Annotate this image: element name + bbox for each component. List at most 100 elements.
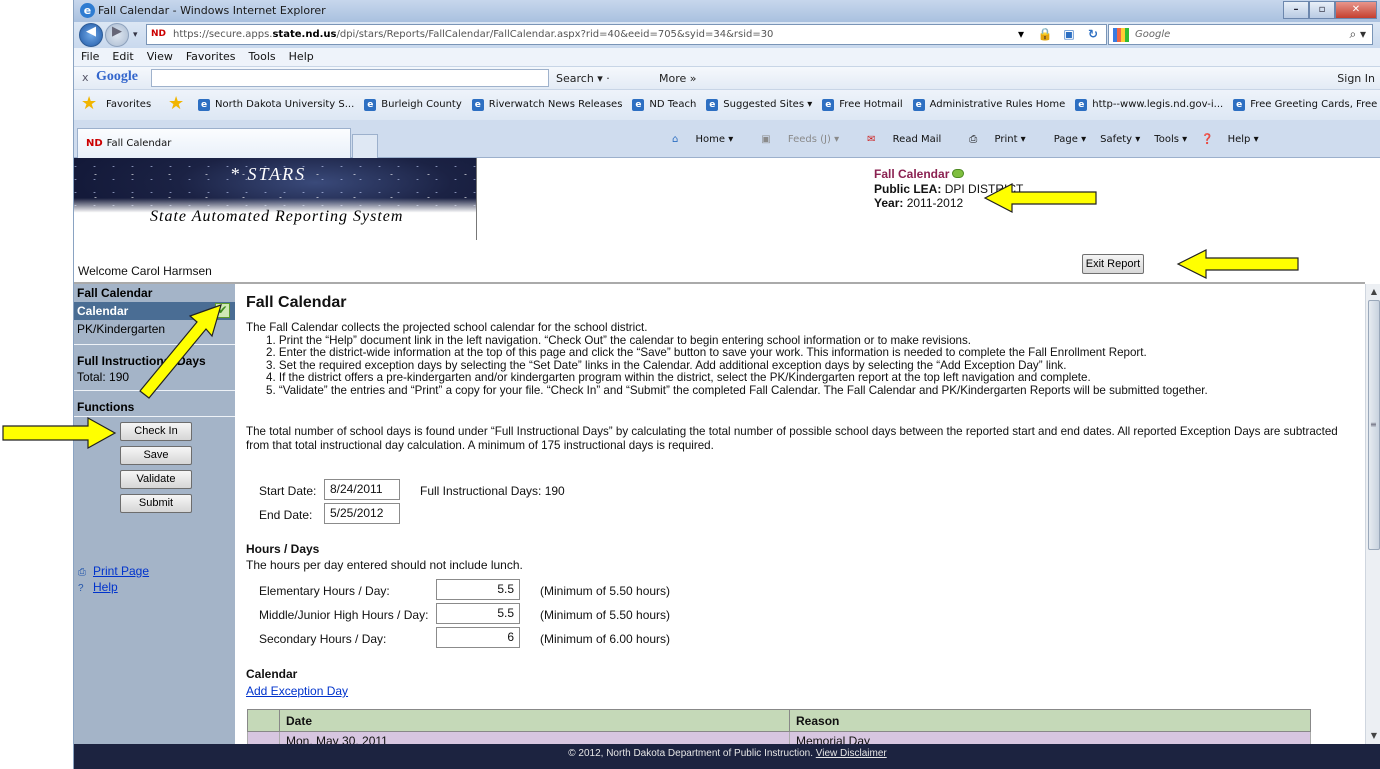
google-search-icon [1113,28,1129,42]
report-title: Fall Calendar [874,167,965,181]
help-link[interactable]: ? Help [78,580,118,595]
search-placeholder: Google [1135,29,1171,40]
calendar-heading: Calendar [246,667,298,681]
favorite-link[interactable]: Administrative Rules Home [913,99,1066,111]
home-icon: ⌂ [672,134,682,145]
address-bar[interactable]: ND https://secure.apps.state.nd.us/dpi/s… [146,24,1107,45]
end-date-input[interactable]: 5/25/2012 [324,503,400,524]
favorites-button[interactable]: Favorites [106,99,151,110]
favorite-link[interactable]: http--www.legis.nd.gov-i... [1075,99,1223,111]
printer-icon: ⎙ [78,567,86,578]
secondary-hours-input[interactable]: 6 [436,627,520,648]
history-dropdown-icon[interactable]: ▾ [133,30,138,40]
favorite-link[interactable]: Riverwatch News Releases [472,99,623,111]
google-search-input[interactable] [151,69,549,87]
page-menu[interactable]: Page ▾ [1054,134,1086,145]
menu-edit[interactable]: Edit [112,50,133,63]
table-header-blank [247,709,280,732]
url-prefix: https://secure.apps. [173,29,273,40]
scroll-up-icon[interactable]: ▲ [1366,284,1380,300]
close-toolbar-icon[interactable]: x [82,71,89,84]
exit-report-button[interactable]: Exit Report [1082,254,1144,274]
page-footer: © 2012, North Dakota Department of Publi… [74,744,1380,769]
secondary-hours-minimum: (Minimum of 6.00 hours) [540,632,671,646]
sidebar-item-pk-kindergarten[interactable]: PK/Kindergarten [77,322,165,336]
stars-banner: * STARS State Automated Reporting System [74,158,476,240]
home-button[interactable]: ⌂ Home ▾ [672,134,747,145]
instruction-step: 5. “Validate” the entries and “Print” a … [266,383,1208,397]
menu-view[interactable]: View [147,50,173,63]
favorites-star-icon[interactable]: ★ [81,94,97,114]
welcome-text: Welcome Carol Harmsen [78,264,212,278]
brand-full-name: State Automated Reporting System [150,208,404,225]
read-mail-button[interactable]: ✉ Read Mail [867,134,955,145]
google-search-button[interactable]: Search ▾ · [556,72,610,85]
refresh-icon[interactable]: ↻ [1084,25,1102,43]
middle-hours-minimum: (Minimum of 5.50 hours) [540,608,671,622]
tools-menu[interactable]: Tools ▾ [1154,134,1187,145]
banner-divider [476,158,477,240]
lock-icon[interactable]: 🔒 [1036,25,1054,43]
favorite-link[interactable]: North Dakota University S... [198,99,354,111]
close-window-button[interactable]: ✕ [1335,1,1377,19]
menu-favorites[interactable]: Favorites [186,50,236,63]
favorite-link[interactable]: Free Hotmail [822,99,902,111]
instruction-step: 2. Enter the district-wide information a… [266,346,1147,359]
maximize-button[interactable]: ▫ [1309,1,1335,19]
tab-favicon-icon: ND [86,138,103,149]
check-in-button[interactable]: Check In [120,422,192,441]
search-icon[interactable]: ⌕ ▾ [1349,25,1366,44]
url-suffix: /dpi/stars/Reports/FallCalendar/FallCale… [336,29,774,40]
favorite-link[interactable]: Burleigh County [364,99,462,111]
elementary-hours-input[interactable]: 5.5 [436,579,520,600]
address-row: ◀ ▶ ▾ ND https://secure.apps.state.nd.us… [74,22,1380,48]
back-button[interactable]: ◀ [79,23,103,47]
google-more-button[interactable]: More » [659,72,697,85]
forward-button[interactable]: ▶ [105,23,129,47]
total-days-explanation: The total number of school days is found… [246,425,1338,452]
sidebar-item-label: Calendar [77,304,129,318]
footer-copyright: © 2012, North Dakota Department of Publi… [568,748,813,759]
menu-file[interactable]: File [81,50,99,63]
minimize-button[interactable]: – [1283,1,1309,19]
middle-hours-input[interactable]: 5.5 [436,603,520,624]
address-dropdown-icon[interactable]: ▾ [1012,25,1030,43]
menu-help[interactable]: Help [289,50,314,63]
help-menu[interactable]: ❓ Help ▾ [1201,134,1272,145]
lea-value: DPI DISTRICT [944,182,1024,196]
print-page-link[interactable]: ⎙ Print Page [78,564,149,579]
hours-heading: Hours / Days [246,542,320,556]
scroll-down-icon[interactable]: ▼ [1366,728,1380,744]
validate-button[interactable]: Validate [120,470,192,489]
hours-note: The hours per day entered should not inc… [246,558,523,572]
mail-icon: ✉ [867,134,879,145]
print-label: Print ▾ [994,134,1026,145]
tab-fall-calendar[interactable]: ND Fall Calendar [77,128,351,158]
menu-bar: File Edit View Favorites Tools Help [74,48,1380,66]
sidebar-heading-instructional-days: Full Instructional Days [77,354,206,368]
feeds-button[interactable]: ▣ Feeds (J) ▾ [761,134,853,145]
browser-search-box[interactable]: Google ⌕ ▾ [1108,24,1373,45]
vertical-scrollbar[interactable]: ▲ ≡ ▼ [1365,284,1380,744]
save-button[interactable]: Save [120,446,192,465]
favorite-link[interactable]: Suggested Sites ▾ [706,99,812,111]
safety-menu[interactable]: Safety ▾ [1100,134,1140,145]
disclaimer-link[interactable]: View Disclaimer [816,748,887,759]
print-button[interactable]: ⎙ Print ▾ [969,134,1039,145]
sidebar-heading-fall-calendar: Fall Calendar [77,286,153,300]
intro-sentence: The Fall Calendar collects the projected… [246,321,648,334]
favorite-link[interactable]: ND Teach [632,99,696,111]
add-favorite-icon[interactable]: ★ [168,94,184,114]
compat-view-icon[interactable]: ▣ [1060,25,1078,43]
command-bar: ⌂ Home ▾ ▣ Feeds (J) ▾ ✉ Read Mail ⎙ Pri… [672,134,1287,145]
main-content: Fall Calendar The Fall Calendar collects… [246,284,1365,750]
menu-tools[interactable]: Tools [249,50,276,63]
new-tab-button[interactable] [352,134,378,158]
google-sign-in[interactable]: Sign In [1337,72,1375,85]
intro-text: The Fall Calendar collects the projected… [246,321,1356,397]
sidebar-item-calendar[interactable]: Calendar ✔ [74,302,235,320]
add-exception-day-link[interactable]: Add Exception Day [246,684,348,698]
favorite-link[interactable]: Free Greeting Cards, Free ... [1233,99,1380,111]
submit-button[interactable]: Submit [120,494,192,513]
start-date-input[interactable]: 8/24/2011 [324,479,400,500]
